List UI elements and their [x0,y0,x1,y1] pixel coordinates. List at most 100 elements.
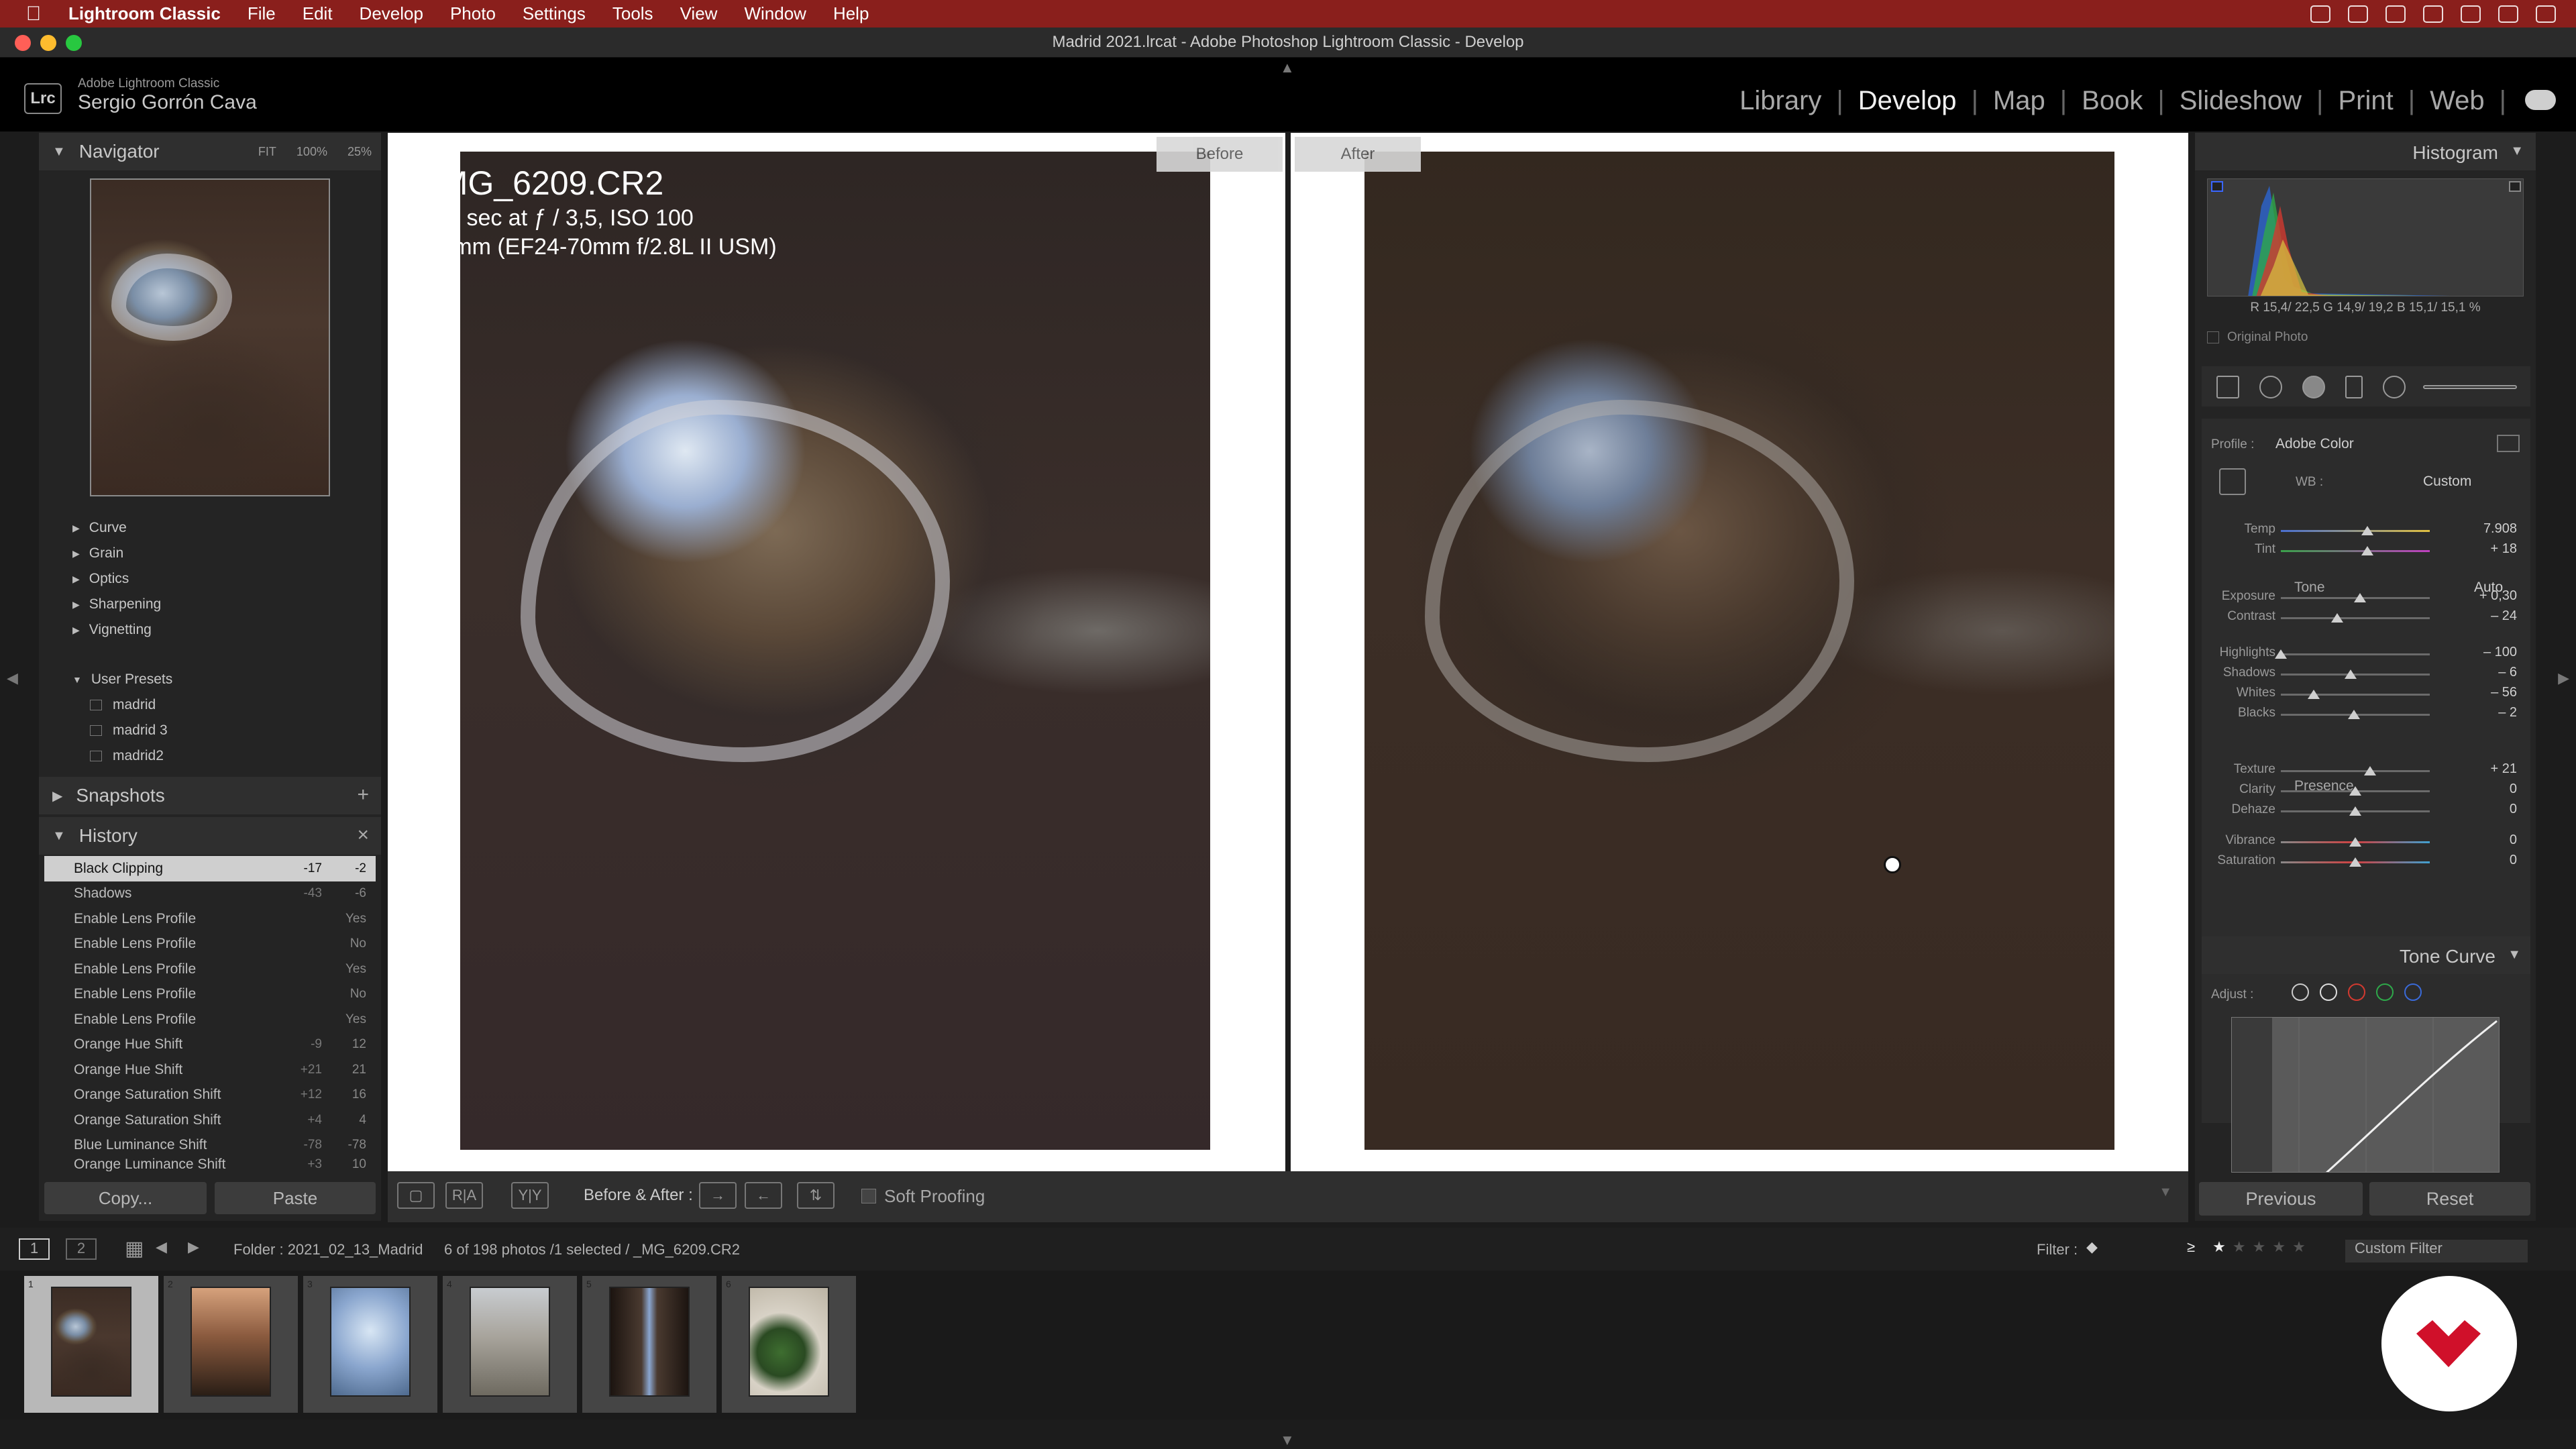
zoom-fit[interactable]: FIT [258,145,276,159]
after-image[interactable] [1364,152,2114,1150]
history-row[interactable]: Enable Lens Profile Yes [44,906,376,932]
filmstrip-thumb[interactable]: 2 [164,1276,298,1413]
history-row[interactable]: Enable Lens Profile Yes [44,1007,376,1032]
grid-view-icon[interactable]: ▦ [125,1237,144,1260]
status-icon[interactable] [2423,5,2443,23]
main-window-toggle[interactable]: 1 [19,1238,50,1260]
adjustment-brush-icon[interactable] [2423,385,2517,389]
history-header[interactable]: ▼ History × [39,817,381,855]
control-center-icon[interactable] [2536,5,2556,23]
slider-handle[interactable] [2349,806,2361,816]
folder-source[interactable]: Folder : 2021_02_13_Madrid [233,1241,423,1258]
forward-arrow-icon[interactable]: ▶ [188,1238,199,1256]
slider-handle[interactable] [2349,786,2361,796]
filmstrip-thumb[interactable]: 4 [443,1276,577,1413]
tone-curve-header[interactable]: Tone Curve ▼ [2202,936,2530,974]
slider-value[interactable]: – 56 [2450,685,2517,700]
slider-handle[interactable] [2345,669,2357,679]
slider-handle[interactable] [2349,857,2361,867]
menu-tools[interactable]: Tools [612,3,653,24]
collapse-triangle-icon[interactable]: ▼ [52,828,66,844]
slider-handle[interactable] [2353,593,2366,602]
point-curve-icon[interactable] [2320,983,2337,1001]
history-row[interactable]: Enable Lens Profile Yes [44,957,376,982]
slider-value[interactable]: + 18 [2450,541,2517,557]
preset-item[interactable]: madrid2 [47,743,373,769]
preset-group[interactable]: ▶ Curve [47,515,373,541]
clear-history-icon[interactable]: × [357,824,369,847]
red-eye-icon[interactable] [2302,376,2325,398]
filmstrip-thumb[interactable]: 3 [303,1276,437,1413]
navigator-preview[interactable] [90,178,330,496]
slider-track[interactable] [2281,770,2430,772]
graduated-filter-icon[interactable] [2345,376,2363,398]
history-row[interactable]: Orange Hue Shift -9 12 [44,1032,376,1058]
snapshots-header[interactable]: ▶ Snapshots + [39,777,381,814]
slider-value[interactable]: – 6 [2450,665,2517,680]
close-button[interactable] [15,35,31,51]
filmstrip-thumb[interactable]: 1 [24,1276,158,1413]
tone-curve-graph[interactable] [2231,1017,2500,1173]
preset-item[interactable]: madrid [47,692,373,718]
zoom-25[interactable]: 25% [347,145,372,159]
preset-group[interactable]: ▶ Optics [47,566,373,592]
history-row[interactable]: Orange Luminance Shift +3 10 [44,1158,376,1171]
wb-dropdown[interactable]: Custom [2423,474,2471,490]
expand-triangle-icon[interactable]: ▶ [52,788,62,804]
collapse-triangle-icon[interactable]: ▼ [52,144,66,160]
parametric-curve-icon[interactable] [2292,983,2309,1001]
selected-filename[interactable]: _MG_6209.CR2 [633,1241,740,1258]
status-icon[interactable] [2310,5,2330,23]
menu-window[interactable]: Window [744,3,806,24]
slider-track[interactable] [2281,530,2430,532]
slider-value[interactable]: + 21 [2450,761,2517,777]
slider-track[interactable] [2281,550,2430,552]
menu-app[interactable]: Lightroom Classic [68,3,221,24]
reset-button[interactable]: Reset [2369,1182,2530,1216]
navigator-header[interactable]: ▼ Navigator FIT 100% 25% [39,133,381,170]
slider-value[interactable]: 0 [2450,853,2517,868]
module-develop[interactable]: Develop [1843,86,1972,116]
history-row[interactable]: Orange Hue Shift +21 21 [44,1057,376,1083]
wb-eyedropper-icon[interactable] [2219,468,2246,495]
status-icon[interactable] [2385,5,2406,23]
search-icon[interactable] [2498,5,2518,23]
green-channel-icon[interactable] [2376,983,2394,1001]
slider-handle[interactable] [2361,546,2373,555]
original-photo-checkbox[interactable] [2207,331,2219,343]
menu-help[interactable]: Help [833,3,869,24]
back-arrow-icon[interactable]: ◀ [156,1238,167,1256]
menu-settings[interactable]: Settings [523,3,586,24]
history-row[interactable]: Orange Saturation Shift +12 16 [44,1083,376,1108]
history-row[interactable]: Orange Saturation Shift +4 4 [44,1108,376,1133]
copy-before-to-after-icon[interactable]: → [699,1182,737,1209]
right-panel-toggle-icon[interactable]: ▶ [2558,669,2569,687]
preset-group[interactable]: ▶ Sharpening [47,592,373,617]
filmstrip-thumb[interactable]: 6 [722,1276,856,1413]
slider-handle[interactable] [2364,766,2377,775]
profile-dropdown[interactable]: Adobe Color [2275,436,2354,452]
collapse-triangle-icon[interactable]: ▼ [2510,144,2524,159]
rating-filter-stars[interactable]: ≥ ★★★★★ [2187,1238,2312,1256]
collapse-triangle-icon[interactable]: ▼ [2508,947,2521,963]
top-panel-toggle-icon[interactable]: ▲ [1280,59,1295,76]
slider-value[interactable]: – 24 [2450,608,2517,624]
blue-channel-icon[interactable] [2404,983,2422,1001]
menu-photo[interactable]: Photo [450,3,496,24]
secondary-window-toggle[interactable]: 2 [66,1238,97,1260]
slider-value[interactable]: 0 [2450,782,2517,797]
history-row[interactable]: Black Clipping -17 -2 [44,856,376,881]
spot-removal-icon[interactable] [2259,376,2282,398]
slider-value[interactable]: – 100 [2450,645,2517,660]
slider-handle[interactable] [2275,649,2287,659]
slider-handle[interactable] [2347,710,2360,719]
module-book[interactable]: Book [2067,86,2157,116]
slider-handle[interactable] [2331,613,2344,623]
preset-group[interactable]: ▶ Grain [47,541,373,566]
zoom-100[interactable]: 100% [297,145,327,159]
left-panel-toggle-icon[interactable]: ◀ [7,669,18,687]
preset-group[interactable]: ▶ Vignetting [47,617,373,643]
swap-before-after-icon[interactable]: ⇅ [797,1182,835,1209]
cloud-icon[interactable] [2525,90,2556,110]
slider-track[interactable] [2281,694,2430,696]
